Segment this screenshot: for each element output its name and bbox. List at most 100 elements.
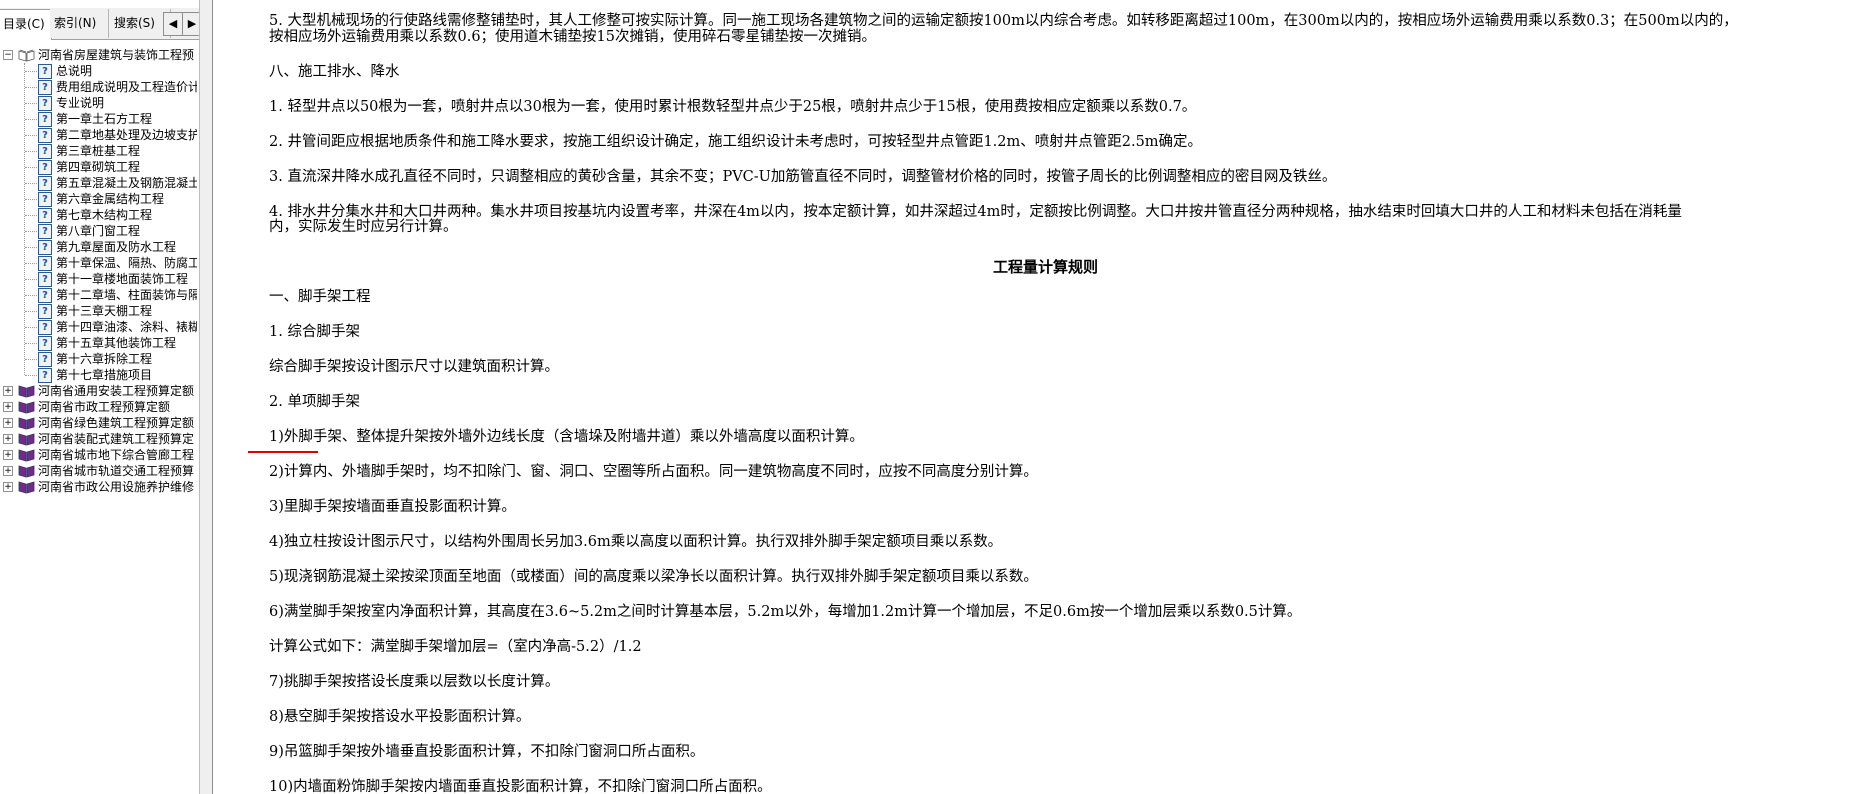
paragraph-well-point-1: 1. 轻型井点以50根为一套，喷射井点以30根为一套，使用时累计根数轻型井点少于… [269,99,1197,115]
paragraph-sump-well-2: 内，实际发生时应另行计算。 [269,219,458,235]
help-page-icon: ? [38,256,52,271]
tree-node-topic[interactable]: ? 第十六章拆除工程 [0,351,197,367]
tree-node-topic[interactable]: ? 费用组成说明及工程造价计 [0,79,197,95]
help-page-icon: ? [38,288,52,303]
tree-node-topic[interactable]: ? 第十章保温、隔热、防腐工 [0,255,197,271]
help-page-icon: ? [38,304,52,319]
list-item-4: 4)独立柱按设计图示尺寸，以结构外围周长另加3.6m乘以高度以面积计算。执行双排… [269,534,1003,550]
tree-node-topic[interactable]: ? 第五章混凝土及钢筋混凝土 [0,175,197,191]
tree-node-label: 河南省市政工程预算定额 [38,400,171,414]
tree-node-topic[interactable]: ? 第十一章楼地面装饰工程 [0,271,197,287]
tree-node-topic[interactable]: ? 第十二章墙、柱面装饰与隔 [0,287,197,303]
book-icon [18,384,35,398]
tree-node-book[interactable]: + 河南省城市轨道交通工程预算 [0,463,197,479]
tab-search[interactable]: 搜索(S) [110,9,171,38]
tab-scroll-right-button[interactable]: ▶ [182,12,199,36]
arrow-right-icon: ▶ [187,17,197,30]
tree-node-label: 第十四章油漆、涂料、裱糊 [56,320,197,334]
tree-node-topic[interactable]: ? 第十七章措施项目 [0,367,197,383]
tree-node-topic[interactable]: ? 第七章木结构工程 [0,207,197,223]
tree-node-label: 第十六章拆除工程 [56,352,153,366]
tree-guide-line [25,183,37,184]
expand-icon[interactable]: + [3,418,13,428]
tree-node-book[interactable]: + 河南省绿色建筑工程预算定额 [0,415,197,431]
tree-node-book[interactable]: + 河南省市政公用设施养护维修 [0,479,197,495]
book-icon [18,432,35,446]
tab-contents[interactable]: 目录(C) [0,9,52,40]
expand-icon[interactable]: + [3,386,13,396]
sidebar-tabbar: 目录(C) 索引(N) 搜索(S) ◀ ▶ [0,8,199,40]
list-item-2: 2)计算内、外墙脚手架时，均不扣除门、窗、洞口、空圈等所占面积。同一建筑物高度不… [269,464,1038,480]
tree-node-topic[interactable]: ? 总说明 [0,63,197,79]
help-page-icon: ? [38,368,52,383]
tree-node-topic[interactable]: ? 第九章屋面及防水工程 [0,239,197,255]
tree-guide-line [25,151,37,152]
expand-icon[interactable]: + [3,402,13,412]
help-page-icon: ? [38,192,52,207]
list-item-1: 1)外脚手架、整体提升架按外墙外边线长度（含墙垛及附墙井道）乘以外墙高度以面积计… [269,429,864,445]
tree-node-book[interactable]: + 河南省装配式建筑工程预算定 [0,431,197,447]
arrow-left-icon: ◀ [168,17,178,30]
list-item-10: 10)内墙面粉饰脚手架按内墙面垂直投影面积计算，不扣除门窗洞口所占面积。 [269,779,772,794]
help-page-icon: ? [38,144,52,159]
tree-node-topic[interactable]: ? 第二章地基处理及边坡支护 [0,127,197,143]
section-heading-scaffolding: 一、脚手架工程 [269,289,371,305]
tree-guide-line [25,311,37,312]
tree-node-label: 河南省装配式建筑工程预算定 [38,432,195,446]
tree-node-topic[interactable]: ? 第一章土石方工程 [0,111,197,127]
tree-node-topic[interactable]: ? 第十五章其他装饰工程 [0,335,197,351]
formula-line: 计算公式如下：满堂脚手架增加层=（室内净高-5.2）/1.2 [269,639,642,655]
tree-guide-line [25,103,37,104]
tree-node-label: 第六章金属结构工程 [56,192,165,206]
tree-node-label: 第十五章其他装饰工程 [56,336,177,350]
tree-node-label: 第四章砌筑工程 [56,160,141,174]
help-page-icon: ? [38,112,52,127]
tree-guide-line [25,343,37,344]
tree-node-label: 河南省通用安装工程预算定额 [38,384,195,398]
expand-icon[interactable]: + [3,450,13,460]
tree-node-book[interactable]: + 河南省通用安装工程预算定额 [0,383,197,399]
book-icon [18,416,35,430]
tree-node-topic[interactable]: ? 第三章桩基工程 [0,143,197,159]
tree-node-topic[interactable]: ? 第六章金属结构工程 [0,191,197,207]
subheading-comprehensive: 1. 综合脚手架 [269,324,360,340]
tree-guide-line [25,215,37,216]
paragraph-comprehensive: 综合脚手架按设计图示尺寸以建筑面积计算。 [269,359,559,375]
tree-node-topic[interactable]: ? 第十三章天棚工程 [0,303,197,319]
list-item-3: 3)里脚手架按墙面垂直投影面积计算。 [269,499,516,515]
tree-node-topic[interactable]: ? 第八章门窗工程 [0,223,197,239]
collapse-icon[interactable]: − [3,50,13,60]
tree-node-label: 河南省房屋建筑与装饰工程预 [38,48,195,62]
list-item-9: 9)吊篮脚手架按外墙垂直投影面积计算，不扣除门窗洞口所占面积。 [269,744,705,760]
help-page-icon: ? [38,320,52,335]
tree-node-label: 河南省绿色建筑工程预算定额 [38,416,195,430]
pane-splitter[interactable] [199,0,213,794]
tree-guide-line [25,359,37,360]
tree-node-topic[interactable]: ? 专业说明 [0,95,197,111]
paragraph-sump-well-1: 4. 排水井分集水井和大口井两种。集水井项目按基坑内设置考率，井深在4m以内，按… [269,204,1682,220]
tree-node-label: 费用组成说明及工程造价计 [56,80,197,94]
help-page-icon: ? [38,336,52,351]
expand-icon[interactable]: + [3,466,13,476]
tree-node-topic[interactable]: ? 第十四章油漆、涂料、裱糊 [0,319,197,335]
expand-icon[interactable]: + [3,434,13,444]
tree-node-book[interactable]: + 河南省市政工程预算定额 [0,399,197,415]
help-page-icon: ? [38,224,52,239]
contents-tree: − 河南省房屋建筑与装饰工程预? 总说明? 费用组成说明及工程造价计? 专业说明? 第一章… [0,47,197,794]
tree-node-book[interactable]: + 河南省城市地下综合管廊工程 [0,447,197,463]
expand-icon[interactable]: + [3,482,13,492]
help-page-icon: ? [38,96,52,111]
tree-node-label: 第五章混凝土及钢筋混凝土 [56,176,197,190]
tree-node-topic[interactable]: ? 第四章砌筑工程 [0,159,197,175]
tab-scroll-left-button[interactable]: ◀ [163,12,183,36]
book-icon [18,448,35,462]
help-page-icon: ? [38,176,52,191]
tree-guide-line [25,375,37,376]
tab-index[interactable]: 索引(N) [50,9,109,38]
book-icon [18,464,35,478]
tree-guide-line [25,167,37,168]
document-title: 工程量计算规则 [993,258,1099,276]
sidebar: 目录(C) 索引(N) 搜索(S) ◀ ▶ − 河南省房屋建筑与装饰工程预? 总说明… [0,0,199,794]
tree-node-root[interactable]: − 河南省房屋建筑与装饰工程预 [0,47,197,63]
tree-node-label: 第三章桩基工程 [56,144,141,158]
